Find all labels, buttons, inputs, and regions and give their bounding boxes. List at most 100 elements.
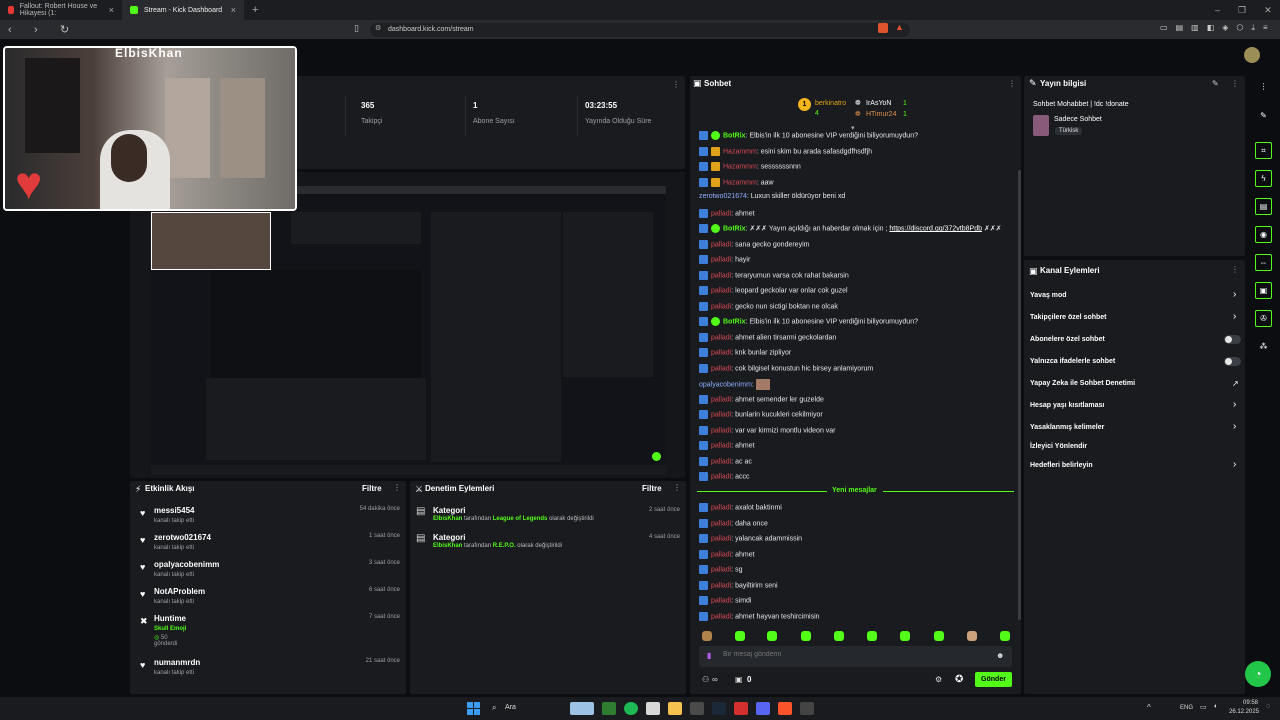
chat-input[interactable]: ▮ ☻ <box>699 646 1012 667</box>
top-user-name[interactable]: HTimur24 <box>866 111 896 118</box>
windows-start-icon[interactable] <box>467 702 480 715</box>
chat-username[interactable]: palladi <box>711 334 731 341</box>
chat-username[interactable]: Hazammm <box>723 179 757 186</box>
close-window-icon[interactable]: ✕ <box>1264 5 1272 16</box>
emote-icon[interactable] <box>1000 631 1010 641</box>
chat-username[interactable]: palladi <box>711 535 731 542</box>
avatar[interactable] <box>1244 47 1260 63</box>
channel-action-item[interactable]: Takipçilere özel sohbet <box>1030 314 1107 321</box>
app-icon[interactable] <box>734 702 748 715</box>
document-icon[interactable]: ▤ <box>1255 198 1272 215</box>
category-name[interactable]: Sadece Sohbet <box>1054 116 1102 123</box>
wrench-icon[interactable]: ✇ <box>1255 310 1272 327</box>
app-icon[interactable] <box>690 702 704 715</box>
chat-username[interactable]: palladi <box>711 365 731 372</box>
screenshot-icon[interactable]: ⌗ <box>1255 142 1272 159</box>
chevron-right-icon[interactable]: › <box>1233 399 1236 410</box>
taskbar-search[interactable]: Ara <box>505 704 516 711</box>
channel-action-item[interactable]: Yavaş mod <box>1030 292 1067 299</box>
more-icon[interactable]: ⋮ <box>1231 265 1239 274</box>
clock-date[interactable]: 26.12.2025 <box>1229 709 1259 715</box>
moderation-actor[interactable]: ElbisKhan <box>433 543 462 549</box>
close-icon[interactable]: × <box>231 5 236 15</box>
emote-icon[interactable] <box>702 631 712 641</box>
send-button[interactable]: Gönder <box>975 672 1012 687</box>
chat-username[interactable]: palladi <box>711 442 731 449</box>
chat-username[interactable]: palladi <box>711 256 731 263</box>
chat-username[interactable]: palladi <box>711 272 731 279</box>
browser-tab-active[interactable]: Stream - Kick Dashboard × <box>122 0 244 20</box>
external-link-icon[interactable]: ↗ <box>1232 379 1239 388</box>
minimize-icon[interactable]: – <box>1215 5 1220 15</box>
emote-icon[interactable] <box>735 631 745 641</box>
more-icon[interactable]: ⋮ <box>1255 78 1272 95</box>
tabs-icon[interactable]: ▭ <box>1160 23 1168 33</box>
forward-icon[interactable]: › <box>34 24 52 36</box>
chat-username[interactable]: palladi <box>711 504 731 511</box>
reading-icon[interactable]: ▤ <box>1176 23 1184 33</box>
emote-icon[interactable] <box>967 631 977 641</box>
activity-user[interactable]: NotAProblem <box>154 587 400 596</box>
channel-action-item[interactable]: Hesap yaşı kısıtlaması <box>1030 402 1104 409</box>
chat-username[interactable]: palladi <box>711 349 731 356</box>
chat-username[interactable]: Hazammm <box>723 163 757 170</box>
emote-icon[interactable] <box>767 631 777 641</box>
chat-username[interactable]: palladi <box>711 241 731 248</box>
spotify-icon[interactable] <box>624 702 638 715</box>
more-icon[interactable]: ⋮ <box>673 483 681 492</box>
activity-user[interactable]: zerotwo021674 <box>154 533 400 542</box>
channel-action-item[interactable]: Hedefleri belirleyin <box>1030 462 1093 469</box>
emote-icon[interactable] <box>934 631 944 641</box>
edit-icon[interactable]: ✎ <box>1212 79 1219 88</box>
chat-username[interactable]: palladi <box>711 613 731 620</box>
chat-username[interactable]: palladi <box>711 473 731 480</box>
chevron-right-icon[interactable]: › <box>1233 311 1236 322</box>
weather-widget[interactable] <box>570 702 594 715</box>
chat-username[interactable]: BotRix <box>723 132 746 139</box>
gift-icon[interactable]: ▣ <box>735 675 743 684</box>
sidebar-icon[interactable]: ▥ <box>1191 23 1199 33</box>
activity-user[interactable]: Huntime <box>154 614 400 623</box>
chat-username[interactable]: palladi <box>711 396 731 403</box>
settings-icon[interactable]: ⚙ <box>935 675 942 684</box>
chat-username[interactable]: palladi <box>711 566 731 573</box>
calculator-icon[interactable] <box>646 702 660 715</box>
chat-username[interactable]: palladi <box>711 582 731 589</box>
moderation-target[interactable]: League of Legends <box>493 516 548 522</box>
steam-icon[interactable] <box>712 702 726 715</box>
bot-icon[interactable]: ✪ <box>955 674 963 685</box>
chat-username[interactable]: palladi <box>711 458 731 465</box>
channel-action-item[interactable]: Yapay Zeka ile Sohbet Denetimi <box>1030 380 1135 387</box>
channel-action-item[interactable]: Yalnızca ifadelerle sohbet <box>1030 358 1115 365</box>
chat-username[interactable]: palladi <box>711 597 731 604</box>
chevron-right-icon[interactable]: › <box>1233 459 1236 470</box>
brave-icon[interactable] <box>778 702 792 715</box>
vpn-icon[interactable]: ◈ <box>1222 23 1228 33</box>
chat-link[interactable]: https://discord.gg/372vtb8Pdb <box>889 225 982 232</box>
chat-username[interactable]: palladi <box>711 520 731 527</box>
chevron-right-icon[interactable]: › <box>1233 421 1236 432</box>
chat-username[interactable]: palladi <box>711 303 731 310</box>
chat-input-field[interactable] <box>723 651 983 658</box>
wallet-icon[interactable]: ◧ <box>1207 23 1215 33</box>
link-icon[interactable]: ⇔ <box>1255 254 1272 271</box>
tray-chevron-icon[interactable]: ^ <box>1147 703 1151 712</box>
activity-user[interactable]: numanmrdn <box>154 658 400 667</box>
chat-username[interactable]: palladi <box>711 551 731 558</box>
toggle-switch[interactable] <box>1224 357 1241 366</box>
chevron-right-icon[interactable]: › <box>1233 289 1236 300</box>
toggle-switch[interactable] <box>1224 335 1241 344</box>
download-icon[interactable]: ⤓ <box>1251 23 1255 33</box>
minecraft-icon[interactable] <box>602 702 616 715</box>
emote-icon[interactable] <box>900 631 910 641</box>
moderation-filter-button[interactable]: Filtre <box>642 484 662 493</box>
chat-username[interactable]: BotRix <box>723 318 746 325</box>
notification-icon[interactable]: ◌ <box>1266 703 1270 710</box>
stream-preview-video[interactable] <box>151 186 666 475</box>
moderation-actor[interactable]: ElbisKhan <box>433 516 462 522</box>
emote-icon[interactable] <box>834 631 844 641</box>
activity-filter-button[interactable]: Filtre <box>362 484 382 493</box>
back-icon[interactable]: ‹ <box>8 24 26 36</box>
shield-icon[interactable]: ⬡ <box>1236 23 1243 33</box>
network-icon[interactable]: ▭ <box>1200 703 1207 711</box>
